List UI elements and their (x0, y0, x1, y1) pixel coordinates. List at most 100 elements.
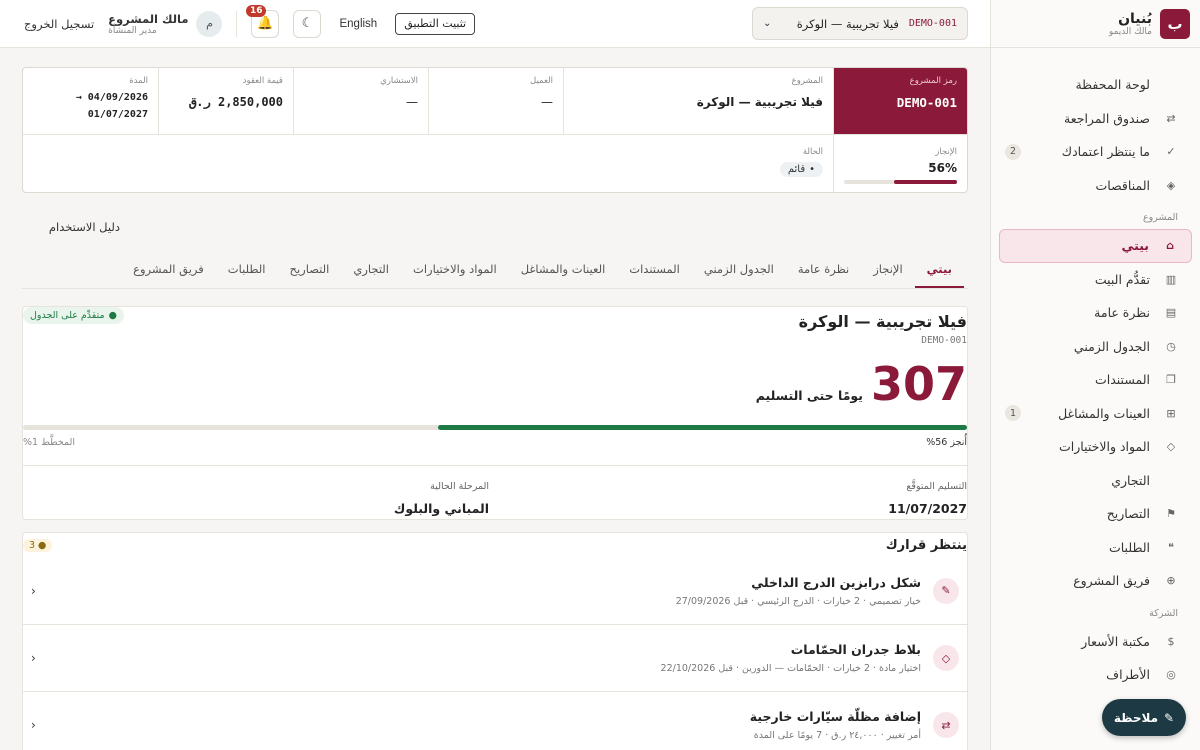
sidebar-item-overview[interactable]: ▤ نظرة عامة (991, 296, 1200, 330)
sidebar-item-label: المواد والاختيارات (1059, 439, 1150, 455)
duration-end: 01/07/2027 (87, 109, 148, 120)
summary-key: الإنجاز (935, 147, 957, 157)
sidebar-item-label: فريق المشروع (1073, 573, 1150, 589)
tab-documents[interactable]: المستندات (617, 262, 692, 288)
tab-materials-selections[interactable]: المواد والاختيارات (401, 262, 509, 288)
on-track-badge: ● متقدِّم على الجدول (23, 307, 124, 324)
my-home-inner: فيلا تجريبية — الوكرة DEMO-001 ● متقدِّم… (23, 307, 967, 519)
progress-value: 56% (928, 161, 957, 175)
sidebar-item-requests[interactable]: ❝ الطلبات (991, 531, 1200, 565)
days-count: 307 (870, 357, 967, 411)
user-info: مالك المشروع مدير المنشأة (108, 12, 188, 36)
chevron-left-icon: ‹ (31, 583, 36, 598)
tab-schedule[interactable]: الجدول الزمني (692, 262, 786, 288)
quote-icon: ❝ (1168, 540, 1174, 554)
tab-permits[interactable]: التصاريح (278, 262, 342, 288)
user-role: مدير المنشأة (108, 25, 157, 36)
decision-text: بلاط جدران الحمّامات اختيار مادة · 2 خيا… (51, 642, 921, 674)
sidebar-item-commercial[interactable]: التجاري (991, 464, 1200, 498)
decision-text: شكل درابزين الدرج الداخلي خيار تصميمي · … (51, 575, 921, 607)
sidebar-item-home-progress[interactable]: ▥ تقدُّم البيت (991, 263, 1200, 297)
summary-key: العميل (530, 76, 553, 86)
sidebar-item-price-library[interactable]: $ مكتبة الأسعار (991, 625, 1200, 659)
install-app-button[interactable]: تثبيت التطبيق (395, 12, 476, 35)
check-icon: ✓ (1166, 145, 1176, 159)
brand[interactable]: ب بُنيان مالك الديمو (991, 0, 1200, 48)
summary-key: الاستشاري (380, 76, 418, 86)
decisions-count-badge: ● 3 (23, 538, 53, 552)
sidebar-item-documents[interactable]: ❐ المستندات (991, 363, 1200, 397)
sidebar-item-label: بيتي (1121, 238, 1149, 254)
sidebar-item-samples-mockups[interactable]: ⊞ العينات والمشاغل 1 (991, 397, 1200, 431)
brand-name: بُنيان (1118, 10, 1152, 27)
chevron-left-icon: ‹ (31, 651, 36, 665)
sidebar-item-label: مكتبة الأسعار (1081, 633, 1150, 649)
sidebar-item-label: المستندات (1094, 372, 1150, 388)
delivery-label: التسليم المتوقَّع (906, 481, 967, 492)
summary-value: — (406, 95, 418, 109)
sidebar-item-label: الجدول الزمني (1073, 338, 1150, 354)
summary-key: المدة (129, 76, 148, 86)
summary-project-code: رمز المشروع DEMO-001 (833, 68, 967, 134)
summary-key: المشروع (791, 76, 823, 86)
sidebar-item-parties[interactable]: ◎ الأطراف (991, 658, 1200, 692)
sidebar-item-materials-selections[interactable]: ◇ المواد والاختيارات (991, 430, 1200, 464)
status-dot-icon: ● (108, 310, 117, 321)
sidebar-item-schedule[interactable]: ◷ الجدول الزمني (991, 330, 1200, 364)
tab-requests[interactable]: الطلبات (216, 262, 278, 288)
logout-link[interactable]: تسجيل الخروج (24, 17, 94, 31)
language-toggle[interactable]: English (335, 18, 381, 30)
tab-project-team[interactable]: فريق المشروع (121, 262, 216, 288)
sidebar-item-my-home[interactable]: ⌂ بيتي (999, 229, 1192, 263)
add-note-button[interactable]: ✎ ملاحظة (1102, 699, 1186, 736)
sidebar-item-tenders[interactable]: ◈ المناقصات (991, 169, 1200, 203)
sidebar-item-project-team[interactable]: ⊕ فريق المشروع (991, 564, 1200, 598)
summary-project: المشروع فيلا تجريبية — الوكرة (563, 68, 833, 134)
flag-icon: ⚑ (1166, 507, 1176, 521)
tab-samples-mockups[interactable]: العينات والمشاغل (509, 262, 618, 288)
sidebar-item-label: صندوق المراجعة (1064, 110, 1150, 126)
tab-commercial[interactable]: التجاري (341, 262, 401, 288)
tab-overview[interactable]: نظرة عامة (786, 262, 861, 288)
project-selector[interactable]: DEMO-001 فيلا تجريبية — الوكرة ⌄ (752, 7, 968, 40)
tab-my-home[interactable]: بيتي (914, 262, 964, 288)
days-to-delivery: 307 يومًا حتى التسليم (756, 361, 967, 407)
sidebar-item-review-inbox[interactable]: ⇄ صندوق المراجعة (991, 102, 1200, 136)
sidebar-item-permits[interactable]: ⚑ التصاريح (991, 497, 1200, 531)
sidebar-item-portfolio-dashboard[interactable]: لوحة المحفظة (991, 68, 1200, 102)
days-label: يومًا حتى التسليم (755, 388, 863, 403)
sidebar-item-pending-approval[interactable]: ✓ ما ينتظر اعتمادك 2 (991, 135, 1200, 169)
sidebar-item-label: التصاريح (1106, 506, 1150, 522)
user-menu[interactable]: م مالك المشروع مدير المنشأة (108, 10, 223, 37)
bell-icon: 🔔 (257, 16, 274, 31)
notification-count-badge: 16 (245, 4, 267, 17)
swap-icon: ⇄ (1166, 111, 1176, 125)
summary-client: العميل — (428, 68, 563, 134)
tab-progress[interactable]: الإنجاز (861, 262, 914, 288)
sidebar-item-label: تقدُّم البيت (1094, 271, 1150, 287)
decision-item[interactable]: ✎ شكل درابزين الدرج الداخلي خيار تصميمي … (23, 557, 967, 624)
status-badge: • قائم (779, 162, 823, 177)
decision-text: إضافة مظلّة سيّارات خارجية أمر تغيير · ٢… (51, 709, 921, 741)
decisions-count: 3 (29, 539, 36, 551)
sidebar-item-label: المناقصات (1095, 177, 1150, 193)
decision-item[interactable]: ⇄ إضافة مظلّة سيّارات خارجية أمر تغيير ·… (23, 691, 967, 750)
sidebar-item-label: العينات والمشاغل (1058, 405, 1150, 421)
circle-icon: ◎ (1166, 668, 1176, 682)
summary-consultant: الاستشاري — (293, 68, 428, 134)
summary-value: 2,850,000 ر.ق (189, 95, 283, 109)
user-guide-link[interactable]: دليل الاستخدام (49, 220, 120, 234)
theme-toggle-button[interactable]: ☾ (293, 9, 322, 38)
summary-key: قيمة العقود (242, 76, 283, 86)
sidebar-item-label: نظرة عامة (1094, 305, 1150, 321)
overview-icon: ▤ (1165, 306, 1177, 320)
notifications-button[interactable]: 🔔 16 (245, 4, 280, 38)
summary-value: DEMO-001 (896, 95, 957, 110)
dollar-icon: $ (1167, 634, 1175, 648)
decision-meta: أمر تغيير · ٢٤,٠٠٠ ر.ق · 7 يومًا على الم… (753, 730, 921, 741)
progress-bar (844, 180, 957, 184)
decision-title: بلاط جدران الحمّامات (790, 642, 921, 657)
status-dot-icon: ● (38, 539, 47, 551)
chevron-down-icon: ⌄ (763, 18, 772, 29)
decision-item[interactable]: ◇ بلاط جدران الحمّامات اختيار مادة · 2 خ… (23, 624, 967, 691)
